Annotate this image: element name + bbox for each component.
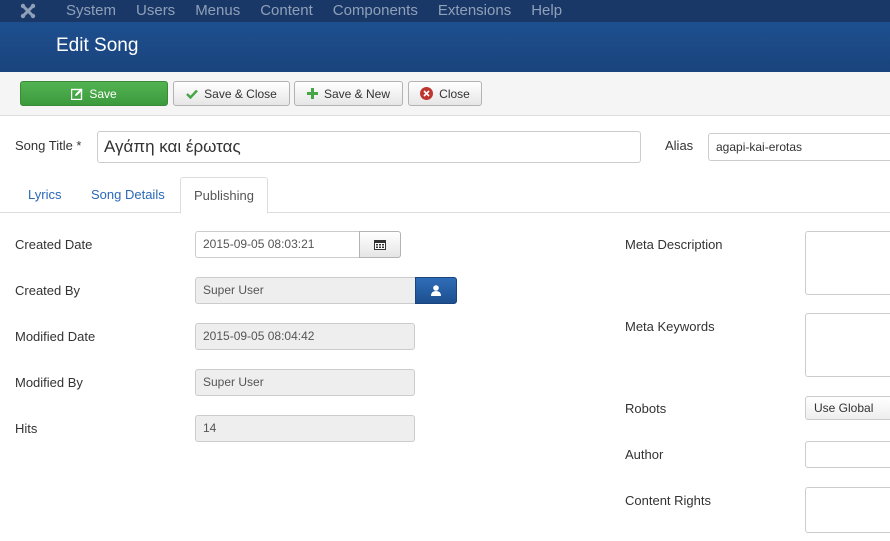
save-close-button[interactable]: Save & Close [173,81,290,106]
robots-select[interactable]: Use Global [805,396,890,420]
alias-label: Alias [665,138,694,153]
author-input[interactable] [805,441,890,468]
page-title: Edit Song [56,35,139,56]
menu-users[interactable]: Users [126,0,185,22]
select-user-button[interactable] [415,277,457,304]
save-new-label: Save & New [323,86,391,101]
save-new-button[interactable]: Save & New [294,81,403,106]
menu-content[interactable]: Content [250,0,323,22]
page-header: Edit Song [0,22,890,72]
save-close-label: Save & Close [204,86,277,101]
modified-date-input: 2015-09-05 08:04:42 [195,323,415,350]
tab-publishing[interactable]: Publishing [180,177,268,214]
meta-keywords-textarea[interactable] [805,313,890,377]
content-rights-label: Content Rights [625,493,711,508]
created-by-input: Super User [195,277,416,304]
hits-label: Hits [15,421,38,436]
hits-input: 14 [195,415,415,442]
alias-input[interactable]: agapi-kai-erotas [708,133,890,161]
created-date-label: Created Date [15,237,93,252]
toolbar: Save Save & Close Save & New Close [0,72,890,116]
content-rights-textarea[interactable] [805,487,890,533]
meta-description-label: Meta Description [625,237,723,252]
menu-extensions[interactable]: Extensions [428,0,521,22]
modified-by-input: Super User [195,369,415,396]
top-menu-bar: System Users Menus Content Components Ex… [0,0,890,22]
modified-by-label: Modified By [15,375,83,390]
created-date-input[interactable]: 2015-09-05 08:03:21 [195,231,360,258]
meta-keywords-label: Meta Keywords [625,319,715,334]
calendar-icon [374,240,386,250]
created-by-label: Created By [15,283,81,298]
save-label: Save [89,86,117,101]
check-icon [186,89,199,99]
modified-date-label: Modified Date [15,329,96,344]
edit-icon [71,88,83,100]
close-label: Close [439,86,470,101]
user-icon [431,285,441,296]
menu-menus[interactable]: Menus [185,0,250,22]
menu-system[interactable]: System [56,0,126,22]
menu-components[interactable]: Components [323,0,428,22]
menu-help[interactable]: Help [521,0,572,22]
tab-song-details[interactable]: Song Details [78,177,178,213]
close-button[interactable]: Close [408,81,482,106]
song-title-input[interactable]: Αγάπη και έρωτας [97,131,641,163]
tab-lyrics[interactable]: Lyrics [15,177,74,213]
plus-icon [306,88,318,99]
meta-description-textarea[interactable] [805,231,890,295]
song-title-label: Song Title * [15,138,82,153]
joomla-logo-icon[interactable] [0,0,56,22]
tab-bar: Lyrics Song Details Publishing [0,177,890,214]
author-label: Author [625,447,664,462]
robots-label: Robots [625,401,667,416]
calendar-button[interactable] [359,231,401,258]
save-button[interactable]: Save [20,81,168,106]
close-circle-icon [420,87,434,100]
